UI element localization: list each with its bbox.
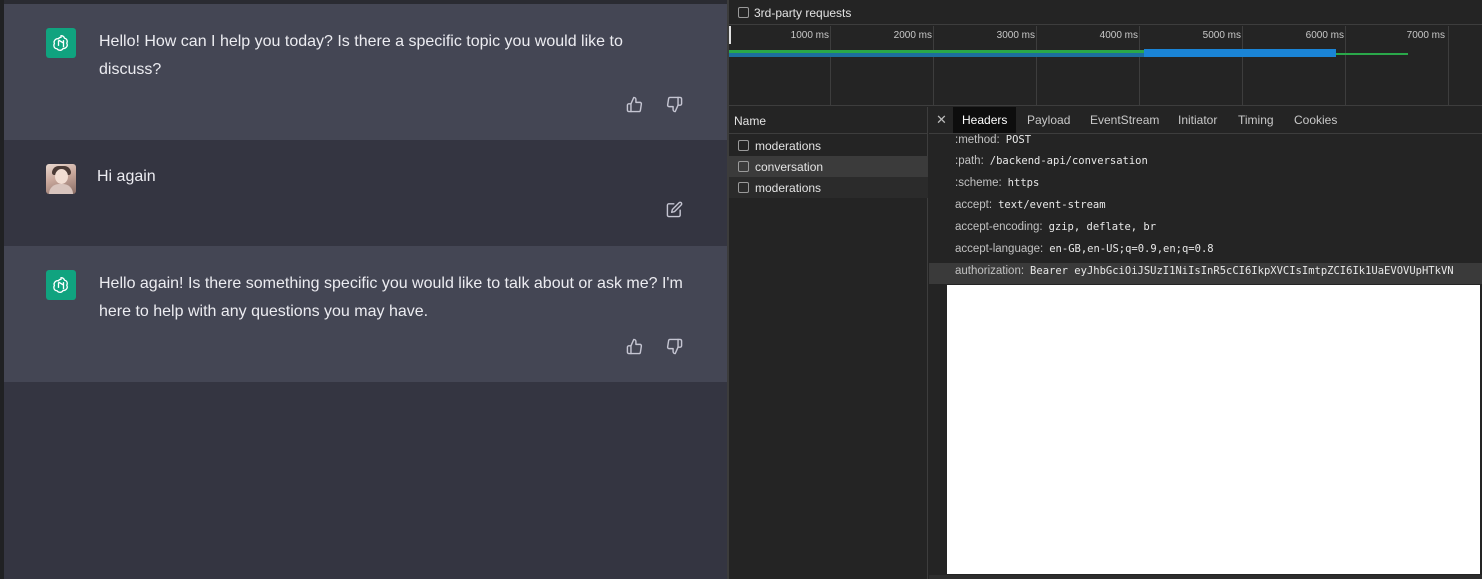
name-column-header[interactable]: Name — [729, 107, 928, 134]
header-key: accept-language: — [955, 243, 1044, 255]
request-bar-dark — [729, 53, 1144, 57]
header-value: gzip, deflate, br — [1048, 221, 1157, 233]
request-bar-blue — [1144, 49, 1336, 57]
tab-payload[interactable]: Payload — [1018, 107, 1079, 133]
thumbs-down-icon[interactable] — [663, 93, 685, 115]
request-type-icon — [738, 161, 749, 172]
request-row-selected[interactable]: conversation — [729, 156, 928, 177]
tab-initiator[interactable]: Initiator — [1169, 107, 1226, 133]
chatgpt-logo-icon — [46, 28, 76, 58]
request-type-icon — [738, 140, 749, 151]
request-name: moderations — [755, 181, 822, 195]
tab-timing[interactable]: Timing — [1229, 107, 1283, 133]
header-value: Bearer eyJhbGciOiJSUzI1NiIsInR5cCI6IkpXV… — [1030, 265, 1454, 277]
header-value: en-GB,en-US;q=0.9,en;q=0.8 — [1049, 243, 1214, 255]
tab-headers[interactable]: Headers — [953, 107, 1017, 133]
third-party-label: 3rd-party requests — [754, 6, 852, 20]
header-key: :scheme: — [955, 177, 1002, 189]
message-text: Hi again — [97, 168, 156, 185]
request-row[interactable]: moderations — [729, 135, 928, 156]
devtools-network-panel: 3rd-party requests 1000 ms 2000 ms 3000 … — [727, 0, 1482, 579]
tick-label: 4000 ms — [1099, 30, 1138, 41]
tick-label: 6000 ms — [1305, 30, 1344, 41]
chatgpt-logo-icon — [46, 270, 76, 300]
header-row: accept-encoding: gzip, deflate, br — [955, 221, 1156, 239]
message-text: Hello! How can I help you today? Is ther… — [99, 33, 623, 78]
request-name: moderations — [755, 139, 822, 153]
detail-tabs: ✕ Headers Payload EventStream Initiator … — [929, 107, 1482, 134]
request-bar-tail — [1336, 53, 1408, 55]
tick-label: 3000 ms — [996, 30, 1035, 41]
assistant-message: Hello again! Is there something specific… — [4, 246, 727, 382]
timeline-overview[interactable]: 1000 ms 2000 ms 3000 ms 4000 ms 5000 ms … — [729, 26, 1482, 106]
tick-label: 5000 ms — [1202, 30, 1241, 41]
filter-bar: 3rd-party requests — [729, 0, 1482, 25]
header-key: authorization: — [955, 265, 1025, 277]
tick-label: 2000 ms — [893, 30, 932, 41]
tick-label: 7000 ms — [1406, 30, 1445, 41]
header-key: accept: — [955, 199, 993, 211]
message-text: Hello again! Is there something specific… — [99, 275, 683, 320]
header-key: :path: — [955, 155, 984, 167]
thumbs-down-icon[interactable] — [663, 335, 685, 357]
header-row: accept: text/event-stream — [955, 199, 1106, 217]
user-avatar — [46, 164, 76, 194]
header-value: /backend-api/conversation — [989, 155, 1148, 167]
chat-pane: Hello! How can I help you today? Is ther… — [0, 0, 727, 579]
header-key: :method: — [955, 134, 1000, 146]
header-row: :scheme: https — [955, 177, 1039, 195]
header-value: text/event-stream — [998, 199, 1106, 211]
header-row: accept-language: en-GB,en-US;q=0.9,en;q=0… — [955, 243, 1214, 261]
assistant-message: Hello! How can I help you today? Is ther… — [4, 4, 727, 140]
third-party-checkbox[interactable] — [738, 7, 749, 18]
redaction-box — [947, 285, 1480, 574]
header-value: https — [1007, 177, 1040, 189]
header-row-authorization[interactable]: authorization: Bearer eyJhbGciOiJSUzI1NiI… — [955, 265, 1454, 283]
tab-eventstream[interactable]: EventStream — [1081, 107, 1168, 133]
header-key: accept-encoding: — [955, 221, 1043, 233]
thumbs-up-icon[interactable] — [623, 93, 645, 115]
request-detail: ✕ Headers Payload EventStream Initiator … — [929, 107, 1482, 579]
header-row: :method: POST — [955, 134, 1031, 152]
request-list: Name moderations conversation moderation… — [729, 107, 928, 579]
header-value: POST — [1005, 134, 1032, 146]
request-name: conversation — [755, 160, 824, 174]
user-message: Hi again — [4, 140, 727, 246]
thumbs-up-icon[interactable] — [623, 335, 645, 357]
bottom-divider — [929, 575, 1482, 579]
request-row[interactable]: moderations — [729, 177, 928, 198]
request-type-icon — [738, 182, 749, 193]
close-icon[interactable]: ✕ — [936, 112, 947, 128]
tick-label: 1000 ms — [790, 30, 829, 41]
tab-cookies[interactable]: Cookies — [1285, 107, 1346, 133]
header-row: :path: /backend-api/conversation — [955, 155, 1148, 173]
timeline-start-marker — [729, 26, 731, 44]
edit-icon[interactable] — [663, 198, 685, 220]
